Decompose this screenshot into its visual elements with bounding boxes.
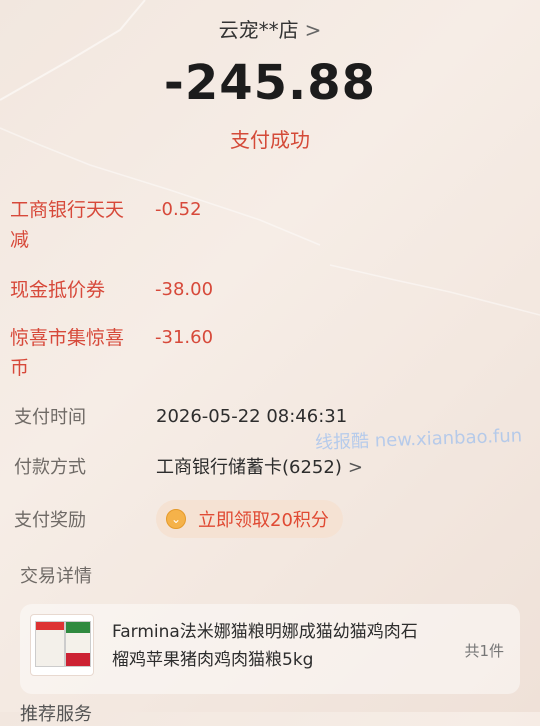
discount-value: -31.60 [155,327,214,348]
claim-points-label: 立即领取20积分 [198,510,329,531]
trade-details-label: 交易详情 [20,566,92,587]
payment-success-screen: 云宠**店 > -245.88 支付成功 工商银行天天减 -0.52 现金抵价券 … [0,0,540,725]
reward-row: 支付奖励 ⌄ 立即领取20积分 [14,500,514,538]
pay-time-label: 支付时间 [14,407,86,428]
discount-value: -38.00 [155,279,214,300]
coin-icon: ⌄ [166,509,186,529]
pay-time-value: 2026-05-22 08:46:31 [156,405,348,427]
pay-method-row[interactable]: 付款方式 工商银行储蓄卡(6252) > [14,453,514,479]
discount-row: 工商银行天天减 -0.52 [10,195,530,255]
discount-label: 现金抵价券 [10,279,106,301]
cat-food-bag-icon [65,621,91,667]
pay-method-value[interactable]: 工商银行储蓄卡(6252) > [156,453,363,479]
product-title: Farmina法米娜猫粮明娜成猫幼猫鸡肉石榴鸡苹果猪肉鸡肉猫粮5kg [112,622,418,670]
recommended-services-label: 推荐服务 [20,704,92,725]
discount-value: -0.52 [155,199,202,220]
discount-row: 现金抵价券 -38.00 [10,275,530,305]
discount-row: 惊喜市集惊喜币 -31.60 [10,323,530,383]
chevron-right-icon: > [304,18,322,42]
discount-label: 惊喜市集惊喜币 [10,327,125,379]
merchant-link[interactable]: 云宠**店 > [0,14,540,43]
pay-method-label: 付款方式 [14,457,86,478]
reward-label: 支付奖励 [14,510,86,531]
product-card[interactable]: Farmina法米娜猫粮明娜成猫幼猫鸡肉石榴鸡苹果猪肉鸡肉猫粮5kg 共1件 [20,604,520,694]
payment-status: 支付成功 [230,128,310,152]
product-quantity: 共1件 [464,642,504,660]
chevron-right-icon: > [347,457,363,478]
claim-points-button[interactable]: ⌄ 立即领取20积分 [156,500,343,538]
merchant-name: 云宠**店 [218,18,299,42]
payment-amount: -245.88 [163,55,377,111]
cat-food-bag-icon [35,621,65,667]
pay-method-text: 工商银行储蓄卡(6252) [156,457,342,478]
product-thumbnail [30,614,94,676]
discount-label: 工商银行天天减 [10,199,125,251]
